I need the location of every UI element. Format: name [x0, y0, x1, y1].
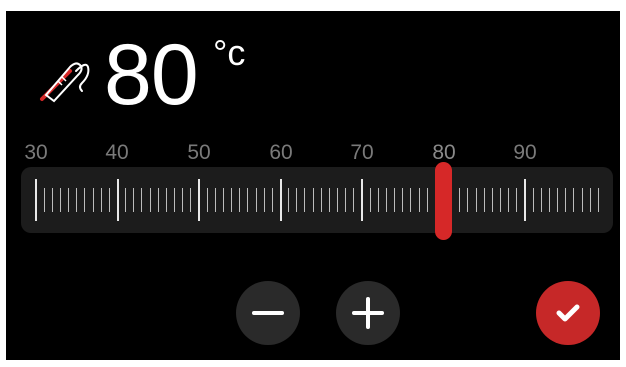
increase-button[interactable]	[336, 281, 400, 345]
decrease-button[interactable]	[236, 281, 300, 345]
thermometer-probe-icon	[40, 62, 90, 103]
scale-label-90: 90	[513, 141, 537, 164]
scale-label-60: 60	[269, 141, 293, 164]
scale-labels: 30 40 50 60 70 80 90	[6, 141, 620, 165]
temperature-value: 80	[104, 27, 199, 123]
scale-label-70: 70	[350, 141, 374, 164]
temperature-unit: °c	[213, 32, 246, 73]
temperature-slider-handle[interactable]	[435, 162, 452, 240]
confirm-button[interactable]	[536, 281, 600, 345]
scale-label-40: 40	[105, 141, 129, 164]
scale-label-30: 30	[24, 141, 48, 164]
temperature-slider-track[interactable]	[21, 167, 613, 233]
scale-label-50: 50	[187, 141, 211, 164]
checkmark-icon	[556, 304, 580, 322]
minus-icon	[252, 311, 284, 315]
plus-icon	[352, 297, 384, 329]
thermometer-screen: 80 °c 30 40 50 60 70 80 90	[6, 11, 620, 360]
